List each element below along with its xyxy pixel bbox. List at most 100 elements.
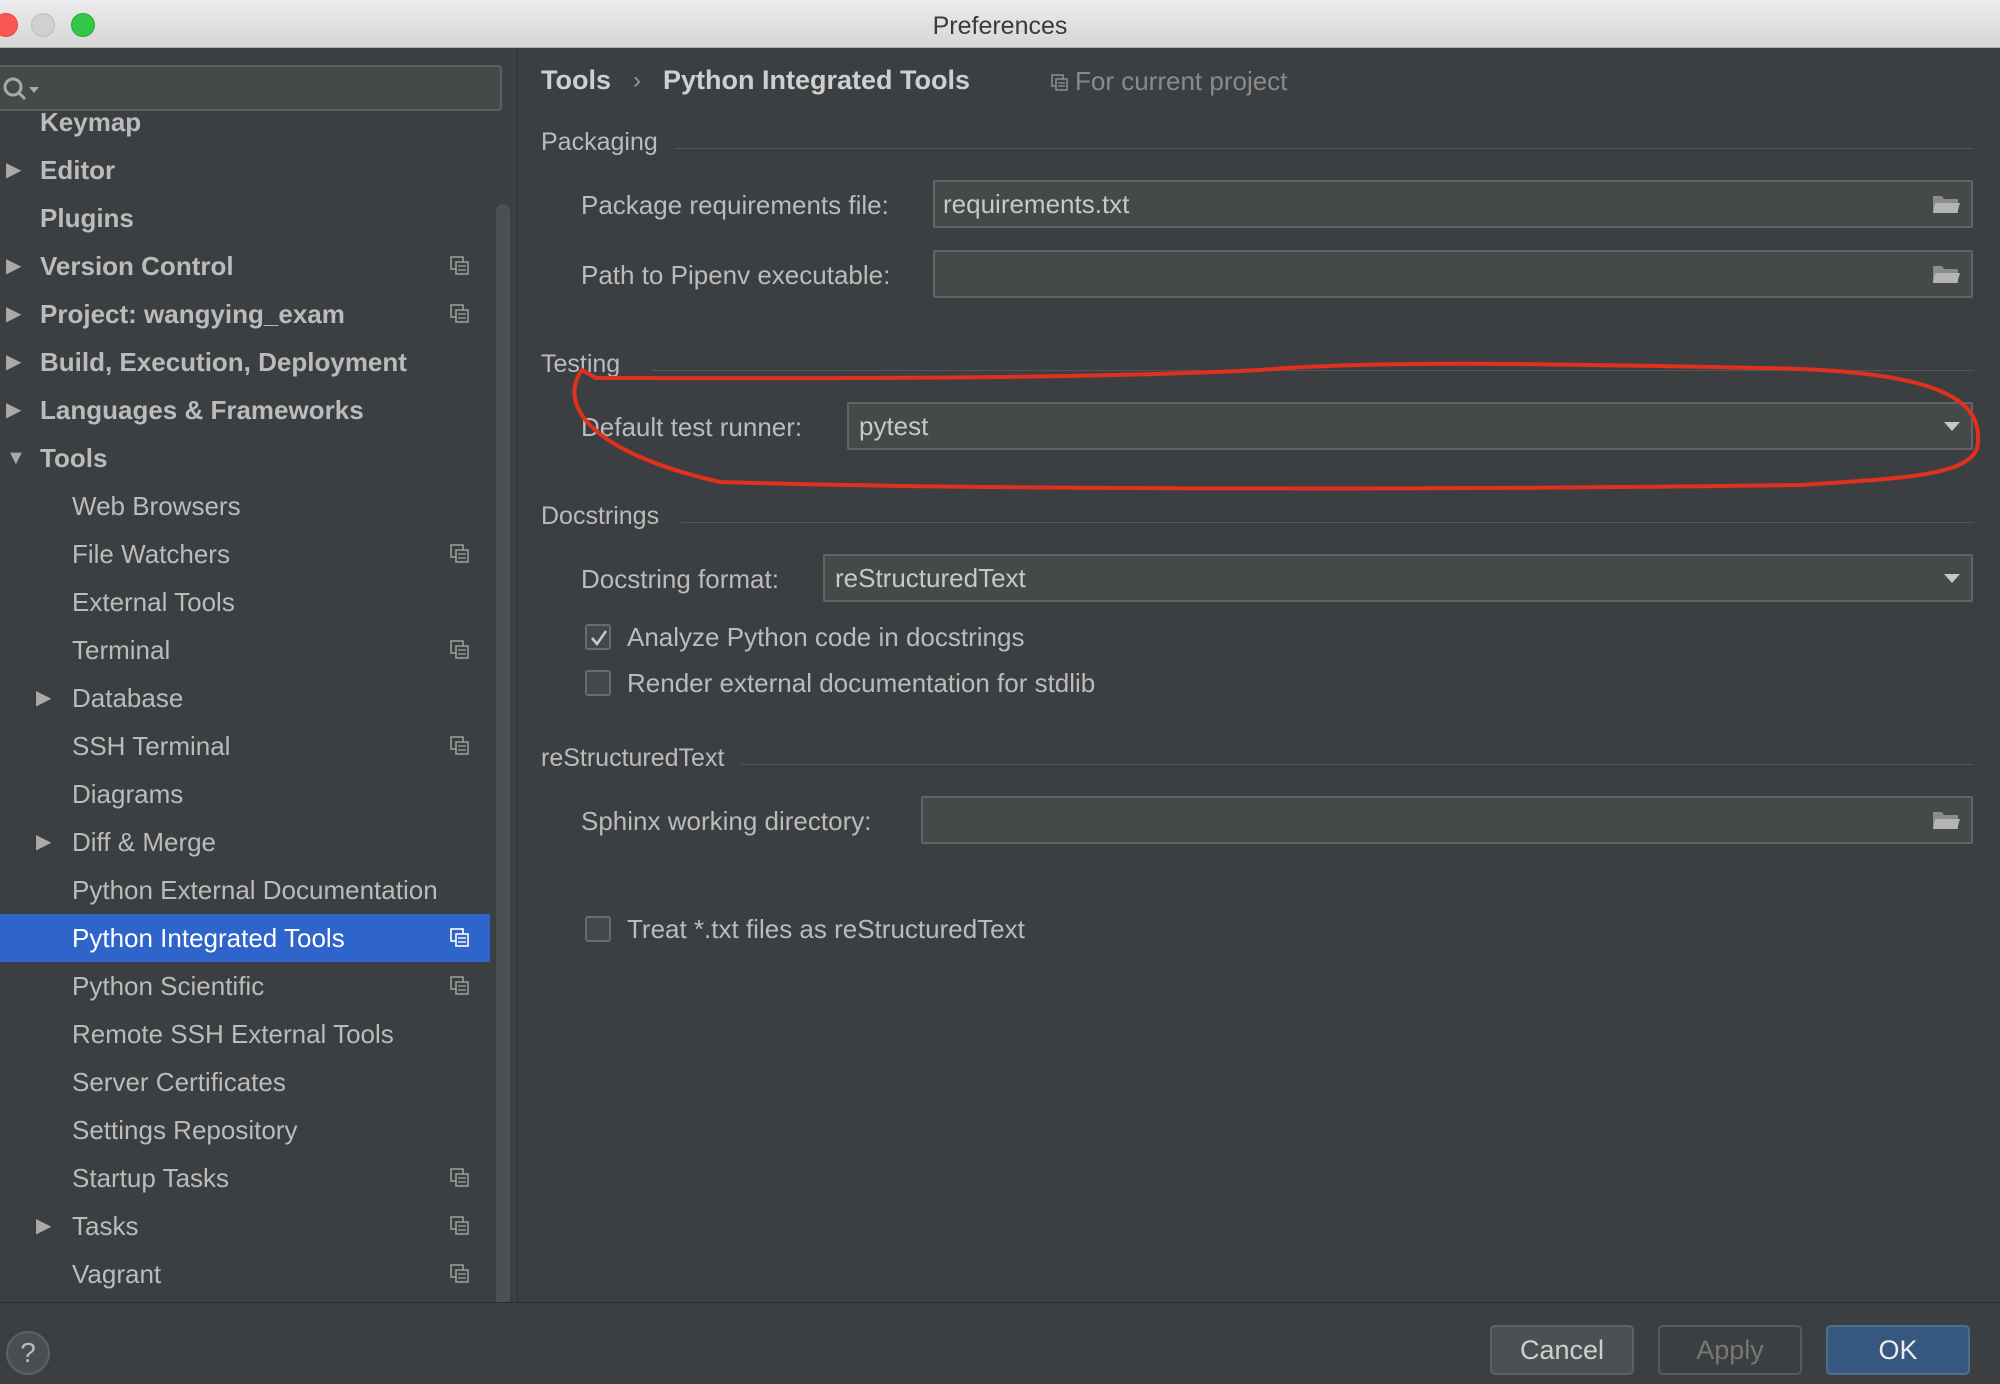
sidebar-item-label: Tools (40, 443, 108, 473)
sidebar-item-plugins[interactable]: Plugins (0, 194, 490, 242)
sidebar-item-keymap[interactable]: Keymap (0, 112, 490, 146)
search-icon[interactable] (2, 75, 42, 103)
testing-divider (651, 370, 1974, 371)
sidebar-item-web-browsers[interactable]: Web Browsers (0, 482, 490, 530)
packaging-section-title: Packaging (541, 128, 658, 156)
collapse-arrow-icon[interactable]: ▶ (36, 1202, 56, 1250)
sidebar-item-diagrams[interactable]: Diagrams (0, 770, 490, 818)
search-input[interactable] (44, 73, 484, 103)
breadcrumb-current: Python Integrated Tools (663, 65, 971, 96)
dialog-button-bar: ? Cancel Apply OK (0, 1302, 2000, 1384)
breadcrumb: Tools › Python Integrated Tools (541, 64, 970, 96)
treat-txt-label: Treat *.txt files as reStructuredText (627, 914, 1025, 944)
sidebar-item-build-execution-deployment[interactable]: ▶ Build, Execution, Deployment (0, 338, 490, 386)
sidebar-item-terminal[interactable]: Terminal (0, 626, 490, 674)
render-stdlib-docs-checkbox[interactable] (585, 670, 611, 696)
sidebar-item-file-watchers[interactable]: File Watchers (0, 530, 490, 578)
sidebar-item-languages-frameworks[interactable]: ▶ Languages & Frameworks (0, 386, 490, 434)
sidebar-item-label: Editor (40, 155, 116, 185)
sidebar-item-project-wangying-exam[interactable]: ▶ Project: wangying_exam (0, 290, 490, 338)
sidebar-item-python-integrated-tools[interactable]: Python Integrated Tools (0, 914, 490, 962)
restructuredtext-divider (741, 764, 1974, 765)
folder-icon[interactable] (1931, 808, 1961, 832)
testing-section-title: Testing (541, 350, 621, 378)
help-button[interactable]: ? (6, 1331, 50, 1375)
sidebar-item-startup-tasks[interactable]: Startup Tasks (0, 1154, 490, 1202)
sidebar-item-ssh-terminal[interactable]: SSH Terminal (0, 722, 490, 770)
folder-icon[interactable] (1931, 262, 1961, 286)
project-scope-icon (450, 1264, 469, 1283)
sidebar-item-label: Project: wangying_exam (40, 299, 345, 329)
sidebar-item-label: Keymap (40, 112, 142, 137)
sidebar-item-label: Terminal (72, 635, 171, 665)
sidebar-item-tasks[interactable]: ▶ Tasks (0, 1202, 490, 1250)
project-scope-icon (450, 544, 469, 563)
sphinx-dir-label: Sphinx working directory: (581, 806, 872, 836)
analyze-docstrings-checkbox[interactable] (585, 624, 611, 650)
sidebar-item-label: File Watchers (72, 539, 230, 569)
collapse-arrow-icon[interactable]: ▶ (6, 290, 26, 338)
sidebar-item-vagrant[interactable]: Vagrant (0, 1250, 490, 1292)
analyze-docstrings-option[interactable]: Analyze Python code in docstrings (585, 620, 1285, 654)
ok-button[interactable]: OK (1826, 1325, 1970, 1375)
docstrings-section-title: Docstrings (541, 502, 660, 530)
sphinx-dir-field[interactable] (921, 796, 1973, 844)
expand-arrow-icon[interactable]: ▼ (6, 434, 26, 482)
sidebar-item-database[interactable]: ▶ Database (0, 674, 490, 722)
collapse-arrow-icon[interactable]: ▶ (6, 386, 26, 434)
sidebar-item-remote-ssh-external-tools[interactable]: Remote SSH External Tools (0, 1010, 490, 1058)
project-scope-icon (450, 736, 469, 755)
requirements-value: requirements.txt (943, 189, 1130, 219)
sidebar-item-label: Diagrams (72, 779, 184, 809)
test-runner-select[interactable]: pytest (847, 402, 1973, 450)
sidebar-item-python-external-documentation[interactable]: Python External Documentation (0, 866, 490, 914)
requirements-field[interactable]: requirements.txt (933, 180, 1973, 228)
collapse-arrow-icon[interactable]: ▶ (6, 146, 26, 194)
collapse-arrow-icon[interactable]: ▶ (6, 242, 26, 290)
packaging-divider (674, 148, 1974, 149)
folder-icon[interactable] (1931, 192, 1961, 216)
sidebar-item-tools[interactable]: ▼ Tools (0, 434, 490, 482)
settings-search-box[interactable] (0, 65, 502, 111)
sidebar-item-python-scientific[interactable]: Python Scientific (0, 962, 490, 1010)
sidebar-item-label: Languages & Frameworks (40, 395, 364, 425)
project-scope-label: For current project (1075, 66, 1288, 96)
settings-content: Tools › Python Integrated Tools For curren… (519, 48, 2000, 1302)
sidebar-item-editor[interactable]: ▶ Editor (0, 146, 490, 194)
sidebar-scrollbar[interactable] (496, 204, 510, 1344)
cancel-button[interactable]: Cancel (1490, 1325, 1634, 1375)
breadcrumb-separator: › (633, 66, 641, 94)
sidebar-item-server-certificates[interactable]: Server Certificates (0, 1058, 490, 1106)
sidebar-item-label: Tasks (72, 1211, 139, 1241)
render-stdlib-docs-option[interactable]: Render external documentation for stdlib (585, 666, 1285, 700)
treat-txt-option[interactable]: Treat *.txt files as reStructuredText (585, 912, 1285, 946)
project-scope-icon (450, 304, 469, 323)
sidebar-item-settings-repository[interactable]: Settings Repository (0, 1106, 490, 1154)
window-title: Preferences (932, 12, 1068, 40)
docstring-format-value: reStructuredText (835, 563, 1026, 593)
collapse-arrow-icon[interactable]: ▶ (36, 674, 56, 722)
sidebar-item-label: Server Certificates (72, 1067, 286, 1097)
sidebar-item-label: Web Browsers (72, 491, 241, 521)
pipenv-field[interactable] (933, 250, 1973, 298)
docstring-format-select[interactable]: reStructuredText (823, 554, 1973, 602)
sidebar-item-label: External Tools (72, 587, 235, 617)
breadcrumb-tools: Tools (541, 65, 611, 96)
sidebar-item-version-control[interactable]: ▶ Version Control (0, 242, 490, 290)
collapse-arrow-icon[interactable]: ▶ (36, 818, 56, 866)
pipenv-label: Path to Pipenv executable: (581, 260, 891, 290)
sidebar-item-label: Remote SSH External Tools (72, 1019, 394, 1049)
sidebar-item-label: Version Control (40, 251, 234, 281)
collapse-arrow-icon[interactable]: ▶ (6, 338, 26, 386)
restructuredtext-section-title: reStructuredText (541, 744, 725, 772)
sidebar-item-label: Plugins (40, 203, 134, 233)
project-scope-hint: For current project (1051, 66, 1287, 97)
apply-button[interactable]: Apply (1658, 1325, 1802, 1375)
project-scope-icon (450, 1216, 469, 1235)
sidebar-item-diff-merge[interactable]: ▶ Diff & Merge (0, 818, 490, 866)
chevron-down-icon (1944, 574, 1960, 583)
sidebar-item-external-tools[interactable]: External Tools (0, 578, 490, 626)
project-scope-icon (450, 256, 469, 275)
sidebar-item-label: Vagrant (72, 1259, 162, 1289)
treat-txt-checkbox[interactable] (585, 916, 611, 942)
